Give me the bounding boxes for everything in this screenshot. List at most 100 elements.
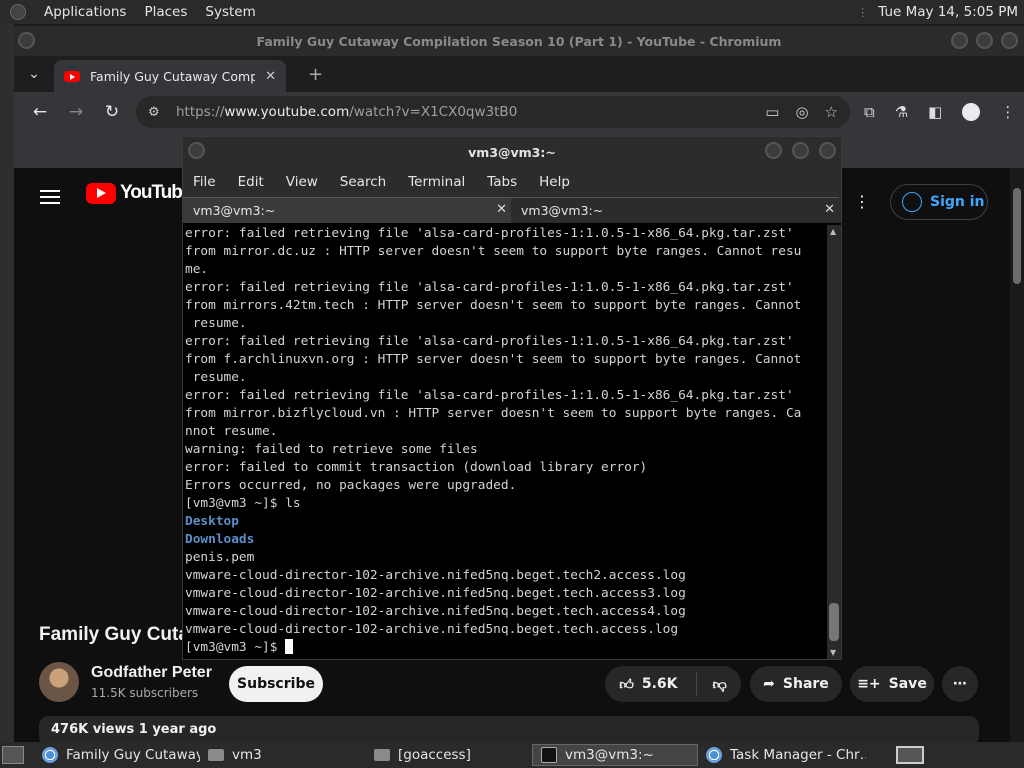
- window-menu-button[interactable]: [18, 32, 35, 49]
- folder-icon: [208, 749, 224, 761]
- task-label: vm3: [232, 747, 262, 763]
- scroll-down-arrow-icon[interactable]: ▼: [830, 648, 836, 657]
- menu-terminal[interactable]: Terminal: [408, 174, 465, 190]
- clock[interactable]: Tue May 14, 5:05 PM: [878, 4, 1018, 20]
- menu-tabs[interactable]: Tabs: [487, 174, 517, 190]
- terminal-scrollbar[interactable]: ▲ ▼: [827, 225, 841, 659]
- show-desktop-icon[interactable]: [2, 746, 24, 764]
- bottom-taskbar: Family Guy Cutaway… vm3 [goaccess] vm3@v…: [0, 742, 1024, 768]
- channel-avatar[interactable]: [39, 662, 79, 702]
- terminal-line: error: failed retrieving file 'alsa-card…: [185, 226, 794, 241]
- youtube-play-icon: [86, 182, 116, 204]
- tab-close-icon[interactable]: ✕: [265, 69, 276, 84]
- like-count[interactable]: 5.6K: [642, 676, 678, 692]
- more-actions-button[interactable]: ⋯: [942, 666, 978, 702]
- close-button[interactable]: [1001, 32, 1018, 49]
- hamburger-menu-icon[interactable]: [40, 186, 60, 208]
- site-info-icon[interactable]: ⚙: [148, 105, 170, 120]
- thumbs-up-icon[interactable]: 👍︎: [619, 676, 634, 693]
- youtube-favicon-icon: [64, 70, 80, 82]
- url-text[interactable]: https://www.youtube.com/watch?v=X1CX0qw3…: [176, 104, 765, 120]
- bookmark-star-icon[interactable]: ☆: [825, 103, 838, 121]
- terminal-line: resume.: [185, 370, 247, 385]
- terminal-titlebar[interactable]: vm3@vm3:~: [183, 137, 841, 167]
- reload-icon[interactable]: ↻: [94, 102, 130, 122]
- extensions-puzzle-icon[interactable]: ⧉: [864, 103, 875, 121]
- menu-view[interactable]: View: [286, 174, 318, 190]
- terminal-scrollbar-thumb[interactable]: [829, 603, 839, 641]
- terminal-line: error: failed retrieving file 'alsa-card…: [185, 280, 794, 295]
- eye-off-icon[interactable]: ◎: [795, 103, 808, 121]
- terminal-window: vm3@vm3:~ File Edit View Search Terminal…: [182, 136, 842, 660]
- chromium-titlebar[interactable]: Family Guy Cutaway Compilation Season 10…: [14, 26, 1024, 56]
- maximize-button[interactable]: [976, 32, 993, 49]
- channel-name[interactable]: Godfather Peter: [91, 664, 212, 682]
- views-line: 476K views 1 year ago: [51, 722, 217, 737]
- tab-search-chevron-icon[interactable]: ⌄: [14, 66, 54, 82]
- menu-search[interactable]: Search: [340, 174, 386, 190]
- task-chromium-youtube[interactable]: Family Guy Cutaway…: [34, 744, 200, 766]
- sign-in-button[interactable]: Sign in: [890, 184, 988, 220]
- profile-avatar-icon[interactable]: [962, 103, 981, 121]
- youtube-logo[interactable]: YouTube: [86, 182, 192, 204]
- terminal-line: from f.archlinuxvn.org : HTTP server doe…: [185, 352, 802, 367]
- terminal-line: [vm3@vm3 ~]$ ls: [185, 496, 301, 511]
- terminal-line: resume.: [185, 316, 247, 331]
- clock-area: ⋮ Tue May 14, 5:05 PM: [857, 4, 1024, 20]
- minimize-button[interactable]: [951, 32, 968, 49]
- back-icon[interactable]: ←: [22, 102, 58, 122]
- page-scrollbar-thumb[interactable]: [1013, 188, 1021, 284]
- terminal-line: penis.pem: [185, 550, 255, 565]
- video-title: Family Guy Cuta: [39, 624, 189, 645]
- page-scrollbar[interactable]: [1010, 168, 1024, 742]
- share-button[interactable]: ➦ Share: [750, 666, 842, 702]
- terminal-line: error: failed retrieving file 'alsa-card…: [185, 388, 794, 403]
- terminal-line: error: failed to commit transaction (dow…: [185, 460, 648, 475]
- terminal-close-button[interactable]: [819, 142, 836, 159]
- close-icon[interactable]: ✕: [824, 202, 835, 217]
- menu-help[interactable]: Help: [539, 174, 570, 190]
- terminal-output[interactable]: error: failed retrieving file 'alsa-card…: [185, 225, 827, 659]
- workspace-switcher[interactable]: [896, 746, 924, 764]
- terminal-line: Desktop: [185, 514, 239, 529]
- labs-flask-icon[interactable]: ⚗: [895, 103, 908, 121]
- tab-title: Family Guy Cutaway Compil: [90, 68, 256, 84]
- thumbs-down-icon[interactable]: 👎︎: [713, 676, 727, 693]
- terminal-window-menu-button[interactable]: [188, 142, 205, 159]
- terminal-tab-1[interactable]: vm3@vm3:~ ✕: [183, 197, 511, 223]
- terminal-minimize-button[interactable]: [765, 142, 782, 159]
- task-label: [goaccess]: [398, 747, 471, 763]
- menu-file[interactable]: File: [193, 174, 216, 190]
- task-vm3-folder[interactable]: vm3: [200, 744, 366, 766]
- window-controls: [951, 32, 1018, 49]
- close-icon[interactable]: ✕: [496, 202, 507, 217]
- terminal-maximize-button[interactable]: [792, 142, 809, 159]
- address-bar[interactable]: ⚙ https://www.youtube.com/watch?v=X1CX0q…: [136, 96, 850, 128]
- menu-system[interactable]: System: [205, 4, 255, 20]
- menu-applications[interactable]: Applications: [44, 4, 126, 20]
- terminal-line: vmware-cloud-director-102-archive.nifed5…: [185, 568, 686, 583]
- task-terminal[interactable]: vm3@vm3:~: [532, 744, 698, 766]
- cast-icon[interactable]: ▭: [765, 103, 779, 121]
- task-task-manager[interactable]: Task Manager - Chr…: [698, 744, 866, 766]
- more-horizontal-icon: ⋯: [953, 676, 967, 692]
- terminal-tab-2[interactable]: vm3@vm3:~ ✕: [511, 197, 839, 223]
- terminal-line: me.: [185, 262, 209, 277]
- gnome-foot-icon[interactable]: [10, 4, 26, 20]
- task-goaccess-folder[interactable]: [goaccess]: [366, 744, 532, 766]
- scroll-up-arrow-icon[interactable]: ▲: [830, 227, 836, 236]
- menu-places[interactable]: Places: [144, 4, 187, 20]
- window-title: Family Guy Cutaway Compilation Season 10…: [256, 33, 782, 49]
- save-button[interactable]: ≡+ Save: [850, 666, 934, 702]
- browser-menu-icon[interactable]: ⋮: [1000, 103, 1015, 121]
- subscribe-button[interactable]: Subscribe: [229, 666, 323, 702]
- terminal-window-controls: [765, 142, 836, 159]
- menu-edit[interactable]: Edit: [238, 174, 264, 190]
- settings-kebab-icon[interactable]: ⋮: [854, 192, 870, 211]
- forward-icon[interactable]: →: [58, 102, 94, 122]
- side-panel-icon[interactable]: ◧: [928, 103, 942, 121]
- new-tab-icon[interactable]: +: [308, 64, 323, 85]
- terminal-line: vmware-cloud-director-102-archive.nifed5…: [185, 586, 686, 601]
- terminal-line: from mirror.bizflycloud.vn : HTTP server…: [185, 406, 802, 421]
- browser-tab[interactable]: Family Guy Cutaway Compil ✕: [54, 60, 286, 92]
